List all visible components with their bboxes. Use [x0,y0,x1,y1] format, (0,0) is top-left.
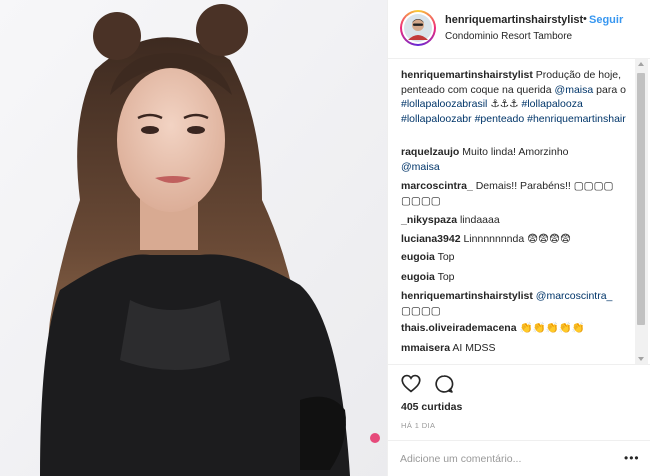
list-item: thais.oliveirademacena 👏👏👏👏👏 [401,321,631,336]
comment-text-wrap: ▢▢▢▢ [401,304,441,317]
list-item: marcoscintra_ Demais!! Parabéns!! ▢▢▢▢ ▢… [401,179,631,208]
comment-text: Top [437,251,455,263]
scroll-down-arrow-icon[interactable] [638,357,644,361]
scroll-up-arrow-icon[interactable] [638,62,644,66]
comment-mention[interactable]: @marcoscintra_ [536,290,613,302]
more-options-icon[interactable]: ••• [624,451,640,465]
list-item: eugoia Top [401,270,631,285]
author-username[interactable]: henriquemartinshairstylist [445,14,583,26]
add-comment-bar: ••• [388,440,650,476]
comment-text-wrap: ▢▢▢▢ [401,194,441,207]
comment-user[interactable]: thais.oliveirademacena [401,322,517,334]
comment-user[interactable]: eugoia [401,271,435,283]
anchor-emojis: ⚓⚓⚓ [490,98,519,110]
post-timestamp: HÁ 1 DIA [401,421,436,430]
comment-input[interactable] [400,450,600,468]
list-item: mmaisera AI MDSS [401,341,631,356]
comment-text: Muito linda! Amorzinho [462,146,569,158]
hashtag-henriquemartinshair[interactable]: #henriquemartinshair [527,113,626,125]
comment-user[interactable]: luciana3942 [401,233,461,245]
post-photo-icon [0,0,387,476]
comments-scrollbar[interactable] [635,59,648,364]
post-photo [0,0,387,476]
list-item: henriquemartinshairstylist @marcoscintra… [401,289,631,318]
list-item: raquelzaujo Muito linda! Amorzinho @mais… [401,145,631,174]
caption-text-2: para o [596,83,626,96]
comment-text: Linnnnnnnda 😨😨😨😨 [463,233,571,245]
likes-count[interactable]: 405 curtidas [401,401,462,413]
hashtag-penteado[interactable]: #penteado [475,113,525,125]
header-separator: • [583,13,587,25]
comment-user[interactable]: marcoscintra_ [401,180,473,192]
comment-bubble-icon[interactable] [434,374,454,394]
comment-user[interactable]: _nikyspaza [401,214,457,226]
post-header: henriquemartinshairstylist • Seguir Cond… [388,0,650,59]
post-sidebar: henriquemartinshairstylist • Seguir Cond… [387,0,650,476]
hashtag-lollapalooza[interactable]: #lollapalooza [521,98,582,110]
comment-text: AI MDSS [452,342,496,354]
follow-button[interactable]: Seguir [589,14,623,26]
comment-text: Demais!! Parabéns!! ▢▢▢▢ [475,180,614,192]
comment-text: Top [437,271,455,283]
list-item: eugoia Top [401,250,631,265]
comment-text: lindaaaa [459,214,500,226]
author-avatar[interactable] [400,10,436,46]
comment-mention[interactable]: @maisa [401,161,440,173]
caption: henriquemartinshairstylist Produção de h… [401,68,631,126]
hashtag-lollapaloozabrasil[interactable]: #lollapaloozabrasil [401,98,487,110]
caption-mention[interactable]: @maisa [555,84,594,96]
list-item: _nikyspaza lindaaaa [401,213,631,228]
scroll-thumb[interactable] [637,73,645,325]
comment-user[interactable]: raquelzaujo [401,146,459,158]
hashtag-lollapaloozabr[interactable]: #lollapaloozabr [401,113,472,125]
caption-user[interactable]: henriquemartinshairstylist [401,69,533,81]
comment-text: 👏👏👏👏👏 [519,322,585,334]
post-location[interactable]: Condominio Resort Tambore [445,31,572,42]
comment-user[interactable]: mmaisera [401,342,450,354]
heart-icon[interactable] [401,374,421,393]
comment-user[interactable]: henriquemartinshairstylist [401,290,533,302]
list-item: luciana3942 Linnnnnnnda 😨😨😨😨 [401,232,631,247]
avatar-photo-icon [404,14,432,42]
comment-user[interactable]: eugoia [401,251,435,263]
action-bar [388,364,650,404]
comments-list[interactable]: henriquemartinshairstylist Produção de h… [388,59,650,364]
